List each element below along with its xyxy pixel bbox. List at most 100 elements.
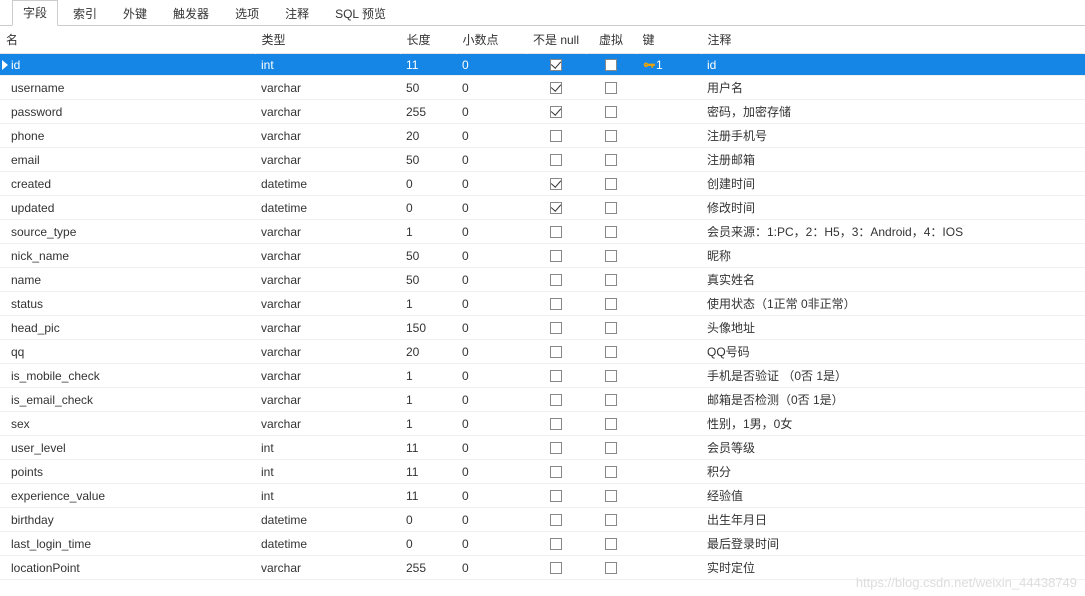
cell-key[interactable]	[636, 196, 701, 220]
checkbox[interactable]	[550, 59, 562, 71]
cell-name[interactable]: points	[0, 460, 255, 484]
cell-comment[interactable]: 邮箱是否检测（0否 1是）	[701, 388, 1085, 412]
checkbox[interactable]	[550, 274, 562, 286]
cell-length[interactable]: 50	[400, 244, 456, 268]
cell-key[interactable]	[636, 244, 701, 268]
cell-notnull[interactable]	[526, 388, 586, 412]
cell-length[interactable]: 0	[400, 508, 456, 532]
cell-key[interactable]	[636, 508, 701, 532]
checkbox[interactable]	[605, 442, 617, 454]
cell-notnull[interactable]	[526, 556, 586, 580]
cell-virtual[interactable]	[586, 364, 636, 388]
cell-key[interactable]	[636, 148, 701, 172]
cell-length[interactable]: 1	[400, 220, 456, 244]
cell-virtual[interactable]	[586, 556, 636, 580]
cell-type[interactable]: varchar	[255, 268, 400, 292]
cell-notnull[interactable]	[526, 460, 586, 484]
cell-comment[interactable]: 真实姓名	[701, 268, 1085, 292]
tab-0[interactable]: 字段	[12, 0, 58, 26]
table-row[interactable]: idint1101id	[0, 54, 1085, 76]
cell-key[interactable]	[636, 460, 701, 484]
cell-decimals[interactable]: 0	[456, 484, 526, 508]
cell-comment[interactable]: 注册手机号	[701, 124, 1085, 148]
cell-virtual[interactable]	[586, 388, 636, 412]
cell-decimals[interactable]: 0	[456, 532, 526, 556]
cell-notnull[interactable]	[526, 412, 586, 436]
cell-length[interactable]: 11	[400, 54, 456, 76]
cell-name[interactable]: last_login_time	[0, 532, 255, 556]
table-row[interactable]: head_picvarchar1500头像地址	[0, 316, 1085, 340]
table-row[interactable]: namevarchar500真实姓名	[0, 268, 1085, 292]
cell-type[interactable]: varchar	[255, 148, 400, 172]
cell-type[interactable]: varchar	[255, 316, 400, 340]
checkbox[interactable]	[605, 514, 617, 526]
cell-comment[interactable]: 头像地址	[701, 316, 1085, 340]
cell-decimals[interactable]: 0	[456, 244, 526, 268]
checkbox[interactable]	[550, 394, 562, 406]
cell-type[interactable]: varchar	[255, 412, 400, 436]
checkbox[interactable]	[605, 106, 617, 118]
tab-1[interactable]: 索引	[62, 1, 108, 26]
cell-name[interactable]: id	[0, 54, 255, 76]
checkbox[interactable]	[605, 82, 617, 94]
cell-key[interactable]	[636, 340, 701, 364]
cell-comment[interactable]: 最后登录时间	[701, 532, 1085, 556]
cell-key[interactable]	[636, 556, 701, 580]
cell-type[interactable]: varchar	[255, 124, 400, 148]
cell-length[interactable]: 0	[400, 172, 456, 196]
cell-comment[interactable]: 昵称	[701, 244, 1085, 268]
cell-notnull[interactable]	[526, 100, 586, 124]
cell-comment[interactable]: 手机是否验证 （0否 1是）	[701, 364, 1085, 388]
cell-type[interactable]: varchar	[255, 556, 400, 580]
cell-notnull[interactable]	[526, 220, 586, 244]
cell-virtual[interactable]	[586, 484, 636, 508]
cell-key[interactable]	[636, 100, 701, 124]
cell-notnull[interactable]	[526, 54, 586, 76]
cell-virtual[interactable]	[586, 244, 636, 268]
cell-name[interactable]: username	[0, 76, 255, 100]
cell-virtual[interactable]	[586, 124, 636, 148]
cell-virtual[interactable]	[586, 220, 636, 244]
cell-notnull[interactable]	[526, 436, 586, 460]
checkbox[interactable]	[605, 466, 617, 478]
cell-decimals[interactable]: 0	[456, 292, 526, 316]
cell-comment[interactable]: 出生年月日	[701, 508, 1085, 532]
cell-comment[interactable]: id	[701, 54, 1085, 76]
tab-4[interactable]: 选项	[224, 1, 270, 26]
cell-virtual[interactable]	[586, 412, 636, 436]
cell-key[interactable]	[636, 388, 701, 412]
cell-name[interactable]: locationPoint	[0, 556, 255, 580]
table-row[interactable]: source_typevarchar10会员来源：1:PC，2：H5，3：And…	[0, 220, 1085, 244]
cell-comment[interactable]: 性别，1男，0女	[701, 412, 1085, 436]
cell-virtual[interactable]	[586, 436, 636, 460]
cell-notnull[interactable]	[526, 364, 586, 388]
cell-key[interactable]	[636, 172, 701, 196]
cell-decimals[interactable]: 0	[456, 268, 526, 292]
cell-name[interactable]: created	[0, 172, 255, 196]
checkbox[interactable]	[550, 490, 562, 502]
table-row[interactable]: nick_namevarchar500昵称	[0, 244, 1085, 268]
table-row[interactable]: birthdaydatetime00出生年月日	[0, 508, 1085, 532]
checkbox[interactable]	[605, 370, 617, 382]
cell-notnull[interactable]	[526, 316, 586, 340]
cell-key[interactable]	[636, 220, 701, 244]
cell-decimals[interactable]: 0	[456, 76, 526, 100]
cell-length[interactable]: 1	[400, 412, 456, 436]
table-row[interactable]: is_mobile_checkvarchar10手机是否验证 （0否 1是）	[0, 364, 1085, 388]
cell-virtual[interactable]	[586, 292, 636, 316]
cell-type[interactable]: datetime	[255, 508, 400, 532]
checkbox[interactable]	[605, 59, 617, 71]
cell-decimals[interactable]: 0	[456, 316, 526, 340]
cell-comment[interactable]: QQ号码	[701, 340, 1085, 364]
cell-notnull[interactable]	[526, 244, 586, 268]
col-name[interactable]: 名	[0, 26, 255, 54]
checkbox[interactable]	[605, 274, 617, 286]
checkbox[interactable]	[550, 250, 562, 262]
cell-length[interactable]: 1	[400, 364, 456, 388]
cell-length[interactable]: 50	[400, 76, 456, 100]
cell-comment[interactable]: 会员来源：1:PC，2：H5，3：Android，4：IOS	[701, 220, 1085, 244]
checkbox[interactable]	[605, 418, 617, 430]
checkbox[interactable]	[550, 154, 562, 166]
cell-length[interactable]: 11	[400, 484, 456, 508]
cell-length[interactable]: 0	[400, 532, 456, 556]
